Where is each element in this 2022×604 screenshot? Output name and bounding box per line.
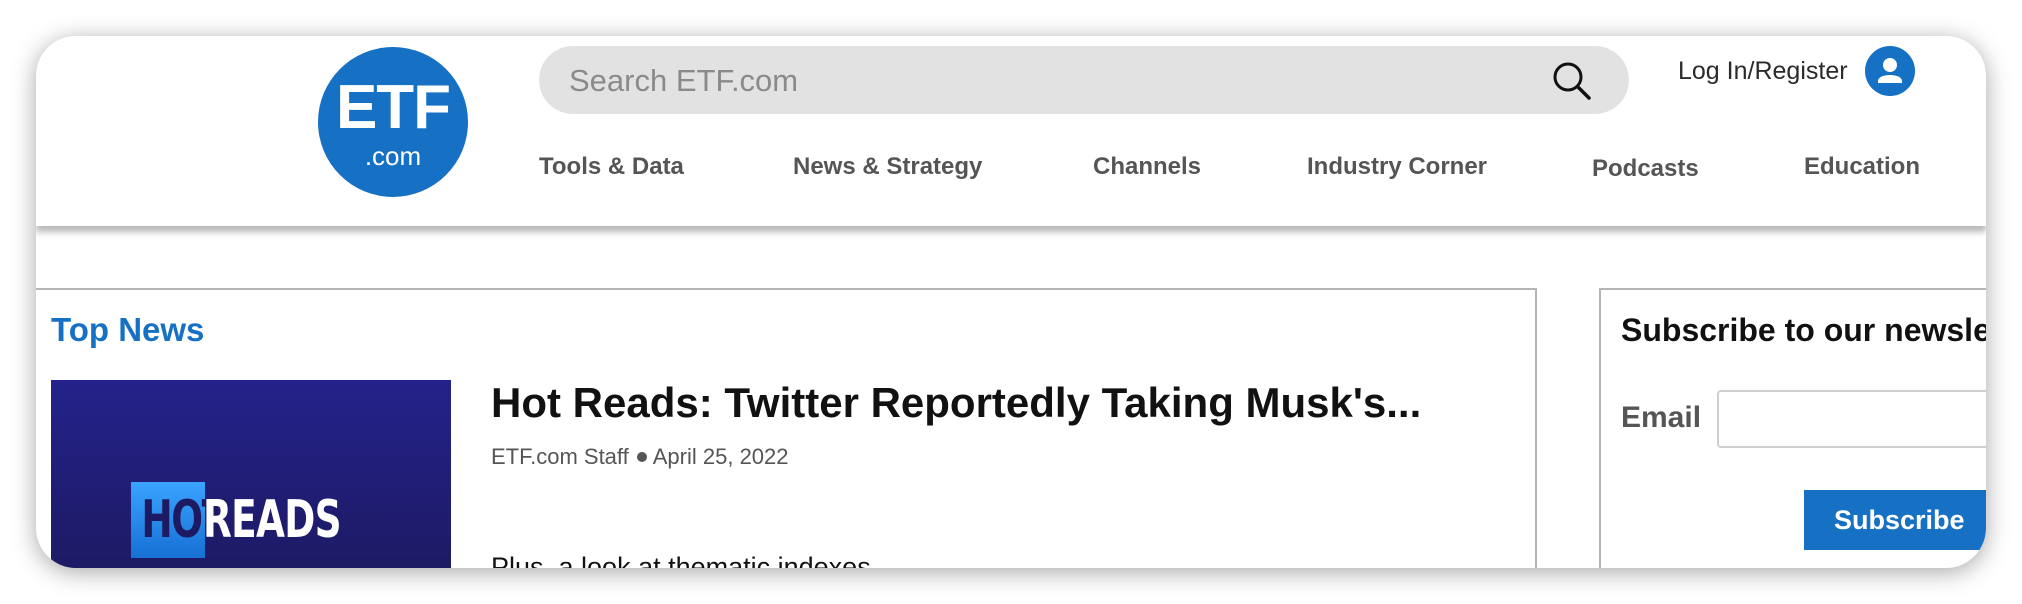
thumbnail-hot-text: HOT: [141, 490, 227, 550]
newsletter-title: Subscribe to our newsletter: [1621, 312, 1986, 348]
article-date: April 25, 2022: [652, 444, 789, 469]
nav-education[interactable]: Education: [1804, 152, 1920, 182]
article-thumbnail[interactable]: HOT READS: [51, 380, 451, 568]
nav-podcasts[interactable]: Podcasts: [1592, 154, 1699, 184]
article-author: ETF.com Staff: [491, 444, 629, 469]
user-icon[interactable]: [1865, 46, 1915, 96]
search-bar: [539, 46, 1629, 116]
thumbnail-reads-text: READS: [203, 490, 342, 550]
nav-industry-corner[interactable]: Industry Corner: [1307, 152, 1487, 182]
article-byline: ETF.com Staff April 25, 2022: [491, 443, 789, 471]
search-input[interactable]: [567, 46, 1531, 116]
nav-news-strategy[interactable]: News & Strategy: [793, 152, 982, 182]
email-label: Email: [1621, 401, 1702, 434]
nav-tools-data[interactable]: Tools & Data: [539, 152, 684, 182]
article-excerpt: Plus, a look at thematic indexes.: [491, 552, 879, 568]
site-header: ETF .com Log In/Register Tools & Data Ne…: [36, 36, 1986, 226]
article-title-link[interactable]: Hot Reads: Twitter Reportedly Taking Mus…: [491, 378, 1421, 428]
login-register-link[interactable]: Log In/Register: [1678, 56, 1848, 86]
nav-channels[interactable]: Channels: [1093, 152, 1201, 182]
email-field[interactable]: [1717, 390, 1986, 448]
search-icon[interactable]: [1549, 58, 1595, 104]
logo-sub-text: .com: [364, 141, 422, 171]
browser-window: ETF .com Log In/Register Tools & Data Ne…: [36, 36, 1986, 568]
logo-main-text: ETF: [335, 73, 451, 142]
etf-logo[interactable]: ETF .com: [318, 47, 468, 197]
subscribe-button[interactable]: Subscribe: [1804, 490, 1986, 550]
top-news-heading: Top News: [51, 311, 205, 348]
byline-separator-dot: [636, 451, 647, 462]
